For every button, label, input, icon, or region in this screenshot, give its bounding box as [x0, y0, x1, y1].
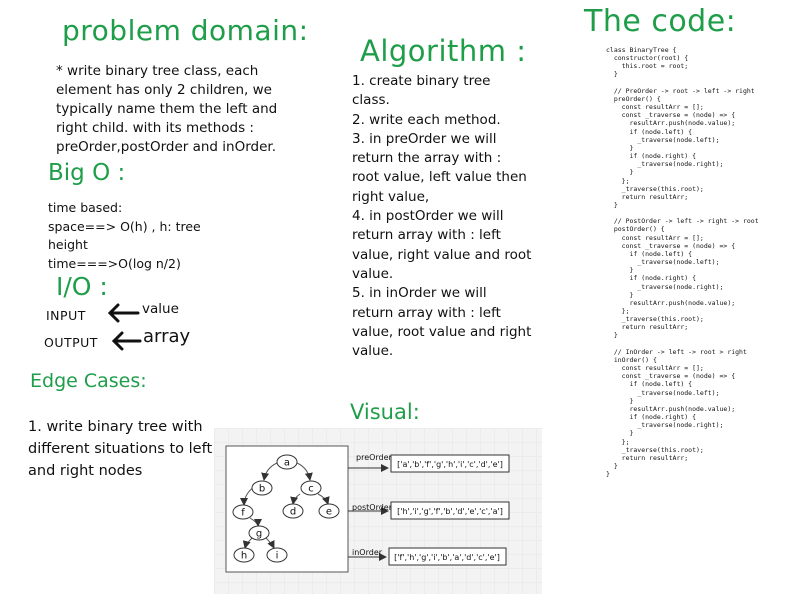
tree-node-label: g — [256, 529, 262, 540]
io-heading: I/O : — [56, 272, 108, 301]
tree-node-label: f — [241, 508, 245, 519]
tree-node-label: c — [308, 484, 314, 495]
big-o-line: space==> O(h) , h: tree height — [48, 218, 201, 253]
algorithm-step: 3. in preOrder we will return the array … — [352, 130, 527, 205]
problem-domain-heading: problem domain: — [62, 14, 309, 47]
tree-diagram: a b c f d e g h i preOrder ['a','b','f',… — [214, 428, 542, 594]
problem-domain-text: * write binary tree class, each element … — [56, 63, 278, 155]
tree-node-label: b — [259, 484, 265, 495]
tree-node-label: i — [276, 551, 279, 562]
code-heading: The code: — [584, 4, 737, 39]
postorder-label: postOrder — [352, 503, 393, 512]
algorithm-step: 2. write each method. — [352, 111, 501, 128]
input-label: INPUT — [46, 308, 86, 323]
inorder-result: ['f','h','g','i','b','a','d','c','e'] — [394, 553, 500, 562]
output-value: array — [143, 326, 191, 347]
code-block: class BinaryTree { constructor(root) { t… — [606, 46, 759, 479]
big-o-line: time===>O(log n/2) — [48, 255, 181, 271]
preorder-result: ['a','b','f','g','h','i','c','d','e'] — [397, 460, 503, 469]
input-arrow-icon — [107, 303, 140, 323]
inorder-label: inOrder — [352, 548, 383, 557]
algorithm-step: 1. create binary tree class. — [352, 73, 491, 109]
input-value: value — [142, 301, 179, 317]
tree-node-label: d — [290, 507, 296, 518]
big-o-text: time based: space==> O(h) , h: tree heig… — [48, 199, 218, 273]
preorder-label: preOrder — [356, 453, 393, 462]
tree-node-label: e — [326, 507, 332, 518]
algorithm-heading: Algorithm : — [360, 34, 527, 68]
big-o-heading: Big O : — [48, 160, 126, 186]
algorithm-steps: 1. create binary tree class. 2. write ea… — [352, 72, 532, 361]
tree-node-label: a — [284, 458, 290, 469]
algorithm-step: 5. in inOrder we will return array with … — [352, 285, 532, 360]
visual-heading: Visual: — [350, 400, 420, 424]
tree-node-label: h — [241, 551, 247, 562]
edge-cases-heading: Edge Cases: — [30, 370, 147, 392]
algorithm-step: 4. in postOrder we will return array wit… — [352, 208, 532, 282]
output-label: OUTPUT — [44, 335, 98, 350]
big-o-line: time based: — [48, 200, 123, 215]
edge-cases-text: 1. write binary tree with different situ… — [28, 419, 213, 479]
output-arrow-icon — [111, 331, 142, 351]
postorder-result: ['h','i','g','f','b','d','e','c','a'] — [397, 507, 503, 516]
